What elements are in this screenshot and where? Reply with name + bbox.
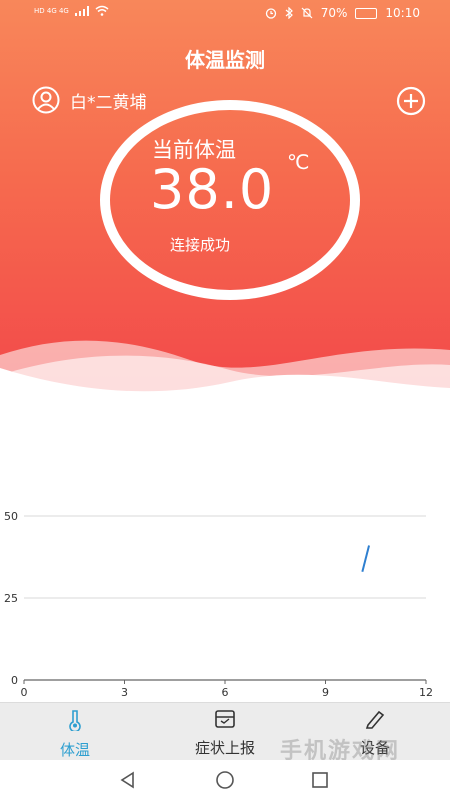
battery-icon <box>355 7 378 19</box>
add-icon[interactable] <box>396 86 426 116</box>
page-title: 体温监测 <box>185 48 265 72</box>
report-inbox-icon <box>215 710 235 728</box>
series-line <box>361 545 371 573</box>
user-icon <box>32 86 60 114</box>
user-name: 白*二黄埔 <box>70 92 147 113</box>
system-nav-bar <box>0 760 450 800</box>
tab-symptom-report-label: 症状上报 <box>194 739 255 757</box>
hero-panel: HD 4G 4G 70% 10:10 体温监测 白*二黄埔 当前体温 38.0 … <box>0 0 450 400</box>
tab-temperature[interactable]: 体温 <box>20 709 130 760</box>
signal-icon <box>74 5 89 16</box>
x-tick-label: 0 <box>21 686 28 699</box>
alarm-icon <box>265 8 276 19</box>
y-tick-label: 0 <box>11 674 18 687</box>
temperature-chart: 0 25 50 0 3 6 9 12 <box>0 500 450 705</box>
wave-decoration <box>0 340 450 400</box>
home-icon[interactable] <box>214 770 236 790</box>
device-pen-icon <box>365 710 385 729</box>
clock: 10:10 <box>385 6 420 20</box>
connection-status: 连接成功 <box>170 236 231 254</box>
user-profile[interactable]: 白*二黄埔 <box>32 86 147 114</box>
chart-svg: 0 25 50 0 3 6 9 12 <box>4 510 433 699</box>
temperature-value: 38.0 <box>150 158 275 221</box>
recent-apps-icon[interactable] <box>310 770 330 790</box>
back-icon[interactable] <box>118 770 138 790</box>
x-tick-label: 6 <box>222 686 229 699</box>
y-tick-label: 25 <box>4 592 18 605</box>
signal-text: HD 4G 4G <box>34 6 69 15</box>
x-tick-label: 3 <box>121 686 128 699</box>
battery-percent: 70% <box>320 6 348 20</box>
temperature-unit: ℃ <box>287 150 310 174</box>
signal-indicators: HD 4G 4G <box>34 5 109 16</box>
status-indicators: 70% 10:10 <box>265 6 420 20</box>
mute-icon <box>301 7 313 19</box>
status-bar: HD 4G 4G 70% 10:10 <box>0 0 450 28</box>
y-tick-label: 50 <box>4 510 18 523</box>
thermometer-icon <box>69 710 81 733</box>
bluetooth-icon <box>285 7 293 19</box>
x-tick-label: 9 <box>322 686 329 699</box>
tab-symptom-report[interactable]: 症状上报 <box>170 709 280 758</box>
wifi-icon <box>95 5 109 16</box>
tab-temperature-label: 体温 <box>59 741 90 759</box>
x-tick-label: 12 <box>419 686 433 699</box>
